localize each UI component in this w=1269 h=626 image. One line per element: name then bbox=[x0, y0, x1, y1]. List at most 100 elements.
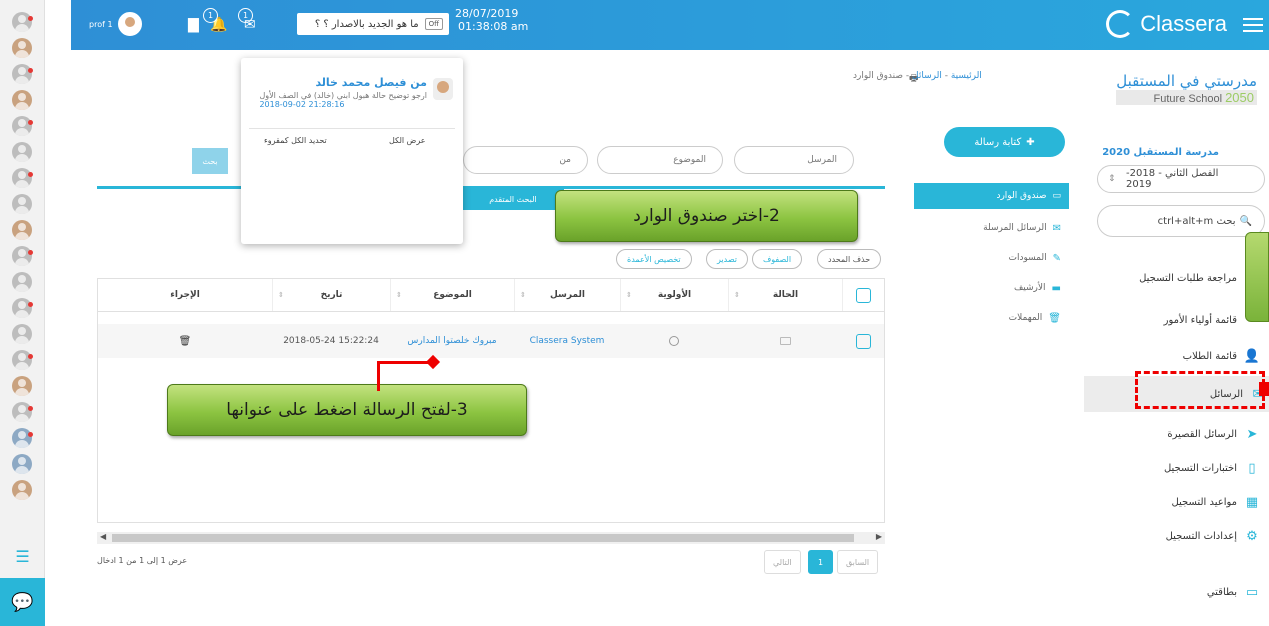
notification-item[interactable]: من فيصل محمد خالد ارجو توضيح حالة هبول ا… bbox=[259, 76, 427, 109]
sidebar-item-sms[interactable]: الرسائل القصيرة ➤ bbox=[1091, 416, 1263, 452]
subject-filter-input[interactable]: الموضوع bbox=[597, 146, 723, 174]
folder-archive[interactable]: الأرشيف ▬ bbox=[914, 278, 1069, 298]
scroll-right-icon[interactable]: ▶ bbox=[876, 532, 882, 541]
sender-filter-placeholder: المرسل bbox=[807, 155, 837, 165]
contact-avatar[interactable] bbox=[12, 12, 32, 32]
pagination-page[interactable]: 1 bbox=[808, 550, 834, 574]
contacts-list-icon[interactable]: ☰ bbox=[0, 538, 45, 574]
term-select[interactable]: ⇕ الفصل الثاني - 2018-2019 bbox=[1097, 165, 1265, 193]
sender-filter-input[interactable]: المرسل bbox=[734, 146, 854, 174]
whats-new-toggle[interactable]: Off bbox=[424, 18, 443, 30]
view-all-link[interactable]: عرض الكل bbox=[389, 136, 426, 145]
search-icon: 🔍 bbox=[1239, 215, 1252, 227]
menu-icon[interactable] bbox=[1243, 14, 1263, 34]
folder-drafts-label: المسودات bbox=[1008, 253, 1047, 263]
col-status[interactable]: الحالة ⇕ bbox=[728, 279, 842, 311]
col-subject-label: الموضوع bbox=[433, 290, 472, 300]
contact-avatar[interactable] bbox=[12, 402, 32, 422]
brand-logo[interactable]: Classera bbox=[1106, 10, 1227, 38]
school-logo[interactable]: مدرستي في المستقبل Future School 2050 bbox=[1116, 72, 1257, 105]
breadcrumb-home[interactable]: الرئيسية bbox=[951, 71, 982, 81]
contact-avatar[interactable] bbox=[12, 376, 32, 396]
contact-avatar[interactable] bbox=[12, 350, 32, 370]
contact-avatar[interactable] bbox=[12, 168, 32, 188]
export-button[interactable]: تصدير bbox=[706, 249, 749, 269]
contact-avatar[interactable] bbox=[12, 194, 32, 214]
col-subject[interactable]: الموضوع ⇕ bbox=[390, 279, 514, 311]
plus-icon: ✚ bbox=[1026, 136, 1035, 148]
envelope-icon: ✉ bbox=[1052, 222, 1061, 234]
compose-button[interactable]: كتابة رسالة ✚ bbox=[944, 127, 1065, 157]
contact-avatar[interactable] bbox=[12, 64, 32, 84]
advanced-search-tab[interactable]: البحث المتقدم bbox=[462, 188, 564, 210]
from-date-placeholder: من bbox=[559, 155, 571, 165]
row-sender[interactable]: Classera System bbox=[514, 324, 620, 358]
pagination-prev[interactable]: السابق bbox=[837, 550, 879, 574]
from-date-input[interactable]: من bbox=[463, 146, 588, 174]
sort-icon: ⇕ bbox=[520, 291, 526, 299]
folder-drafts[interactable]: المسودات ✎ bbox=[914, 248, 1069, 268]
sidebar-item-students[interactable]: قائمة الطلاب 👤 bbox=[1091, 338, 1263, 374]
sidebar-search-input[interactable]: ctrl+alt+m بحث 🔍 bbox=[1097, 205, 1265, 237]
row-date: 2018-05-24 15:22:24 bbox=[283, 336, 379, 346]
user-avatar bbox=[117, 12, 142, 36]
contact-avatar[interactable] bbox=[12, 38, 32, 58]
sidebar-item-label: قائمة الطلاب bbox=[1182, 350, 1237, 362]
whats-new-box[interactable]: ما هو الجديد بالاصدار ؟ ؟ Off bbox=[297, 13, 449, 35]
folder-trash[interactable]: المهملات 🗑 bbox=[914, 308, 1069, 328]
contact-avatar[interactable] bbox=[12, 298, 32, 318]
contact-avatar[interactable] bbox=[12, 480, 32, 500]
trash-icon: 🗑 bbox=[1048, 312, 1061, 324]
horizontal-scrollbar[interactable]: ◀ ▶ bbox=[97, 532, 885, 544]
sidebar: مدرستي في المستقبل Future School 2050 مد… bbox=[1084, 50, 1269, 626]
sidebar-item-registration-settings[interactable]: إعدادات التسجيل ⚙ bbox=[1091, 518, 1263, 554]
col-date[interactable]: تاريخ ⇕ bbox=[272, 279, 390, 311]
user-menu[interactable]: prof 1 bbox=[89, 12, 142, 36]
sidebar-item-label: اختبارات التسجيل bbox=[1163, 462, 1237, 474]
row-checkbox[interactable] bbox=[855, 333, 871, 349]
folder-inbox[interactable]: صندوق الوارد ▭ bbox=[914, 183, 1069, 209]
sidebar-item-my-card[interactable]: بطاقتي ▭ bbox=[1091, 574, 1263, 610]
delete-icon[interactable]: 🗑 bbox=[179, 336, 192, 347]
school-icon[interactable]: ▇ bbox=[188, 17, 199, 33]
messages-badge: 1 bbox=[238, 8, 253, 23]
scroll-thumb[interactable] bbox=[112, 534, 854, 542]
folder-inbox-label: صندوق الوارد bbox=[996, 191, 1047, 201]
row-subject-link[interactable]: مبروك خلصتوا المدارس bbox=[390, 324, 514, 358]
calendar-icon: ▦ bbox=[1245, 494, 1259, 510]
contact-avatar[interactable] bbox=[12, 428, 32, 448]
presence-dot bbox=[28, 172, 33, 177]
rows-button[interactable]: الصفوف bbox=[752, 249, 803, 269]
table-row[interactable]: Classera System مبروك خلصتوا المدارس 201… bbox=[98, 324, 884, 358]
term-value: الفصل الثاني - 2018-2019 bbox=[1126, 168, 1219, 190]
contact-avatar[interactable] bbox=[12, 142, 32, 162]
breadcrumb: الرئيسية - الرسائل - صندوق الوارد bbox=[853, 71, 982, 81]
col-priority[interactable]: الأولوية ⇕ bbox=[620, 279, 728, 311]
scroll-left-icon[interactable]: ◀ bbox=[100, 532, 106, 541]
breadcrumb-messages[interactable]: الرسائل bbox=[912, 71, 942, 81]
contact-avatar[interactable] bbox=[12, 272, 32, 292]
contact-avatar[interactable] bbox=[12, 116, 32, 136]
sidebar-item-registration-dates[interactable]: مواعيد التسجيل ▦ bbox=[1091, 484, 1263, 520]
select-all-checkbox[interactable] bbox=[856, 287, 871, 303]
sidebar-item-registration-requests[interactable]: مراجعة طلبات التسجيل bbox=[1091, 260, 1263, 296]
contact-avatar[interactable] bbox=[12, 246, 32, 266]
delete-selected-button[interactable]: حذف المحدد bbox=[817, 249, 882, 269]
mark-all-read-link[interactable]: تحديد الكل كمقروء bbox=[264, 136, 327, 145]
folder-sent[interactable]: الرسائل المرسلة ✉ bbox=[914, 218, 1069, 238]
contact-avatar[interactable] bbox=[12, 454, 32, 474]
search-button[interactable]: بحث bbox=[192, 148, 228, 174]
subject-filter-placeholder: الموضوع bbox=[673, 155, 706, 165]
sidebar-item-registration-tests[interactable]: اختبارات التسجيل ▯ bbox=[1091, 450, 1263, 486]
contact-avatar[interactable] bbox=[12, 220, 32, 240]
contact-avatar[interactable] bbox=[12, 324, 32, 344]
customize-columns-button[interactable]: تخصيص الأعمدة bbox=[616, 249, 692, 269]
pagination-next[interactable]: التالي bbox=[764, 550, 801, 574]
presence-dot bbox=[28, 432, 33, 437]
chat-icon[interactable]: 💬 bbox=[0, 578, 45, 626]
notification-sender: من فيصل محمد خالد bbox=[315, 76, 427, 89]
sidebar-item-parents[interactable]: قائمة أولياء الأمور bbox=[1091, 302, 1263, 338]
col-sender[interactable]: المرسل ⇕ bbox=[514, 279, 620, 311]
callout-step-3: 3-لفتح الرسالة اضغط على عنوانها bbox=[167, 384, 527, 436]
contact-avatar[interactable] bbox=[12, 90, 32, 110]
